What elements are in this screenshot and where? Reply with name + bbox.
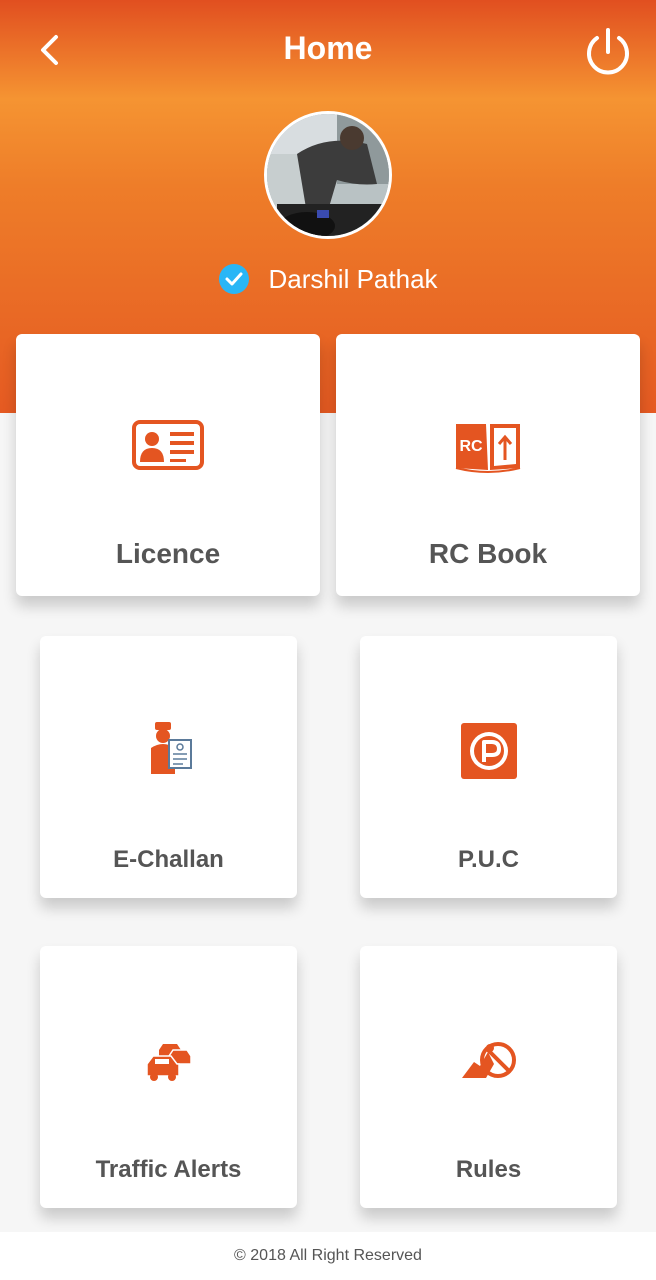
puc-logo-icon	[460, 723, 517, 779]
traffic-cars-icon	[145, 1044, 192, 1081]
tile-label: Traffic Alerts	[95, 1156, 242, 1183]
user-name: Darshil Pathak	[268, 263, 438, 294]
user-info: Darshil Pathak	[0, 258, 656, 300]
logout-button[interactable]	[582, 26, 634, 78]
power-icon	[587, 28, 629, 75]
tile-traffic-alerts[interactable]: Traffic Alerts	[40, 946, 297, 1208]
tile-e-challan[interactable]: E-Challan	[40, 636, 297, 898]
tile-label: P.U.C	[458, 846, 519, 873]
verified-check-icon	[219, 264, 250, 294]
tile-label: E-Challan	[113, 846, 224, 873]
svg-text:RC: RC	[459, 438, 483, 455]
tile-rules[interactable]: Rules	[360, 946, 617, 1208]
avatar[interactable]	[264, 111, 392, 239]
id-card-icon	[132, 420, 204, 470]
profile-photo	[267, 114, 389, 236]
tile-label: RC Book	[428, 538, 548, 569]
rules-icon	[461, 1042, 516, 1078]
tile-label: Licence	[115, 538, 221, 569]
tile-puc[interactable]: P.U.C	[360, 636, 617, 898]
tile-licence[interactable]: Licence	[16, 334, 320, 596]
tile-label: Rules	[455, 1156, 522, 1183]
tile-rc-book[interactable]: RC RC Book	[336, 334, 640, 596]
page-title: Home	[283, 30, 373, 66]
footer-copyright: © 2018 All Right Reserved	[0, 1232, 656, 1280]
rc-book-icon: RC	[455, 424, 521, 473]
traffic-officer-icon	[150, 722, 192, 774]
